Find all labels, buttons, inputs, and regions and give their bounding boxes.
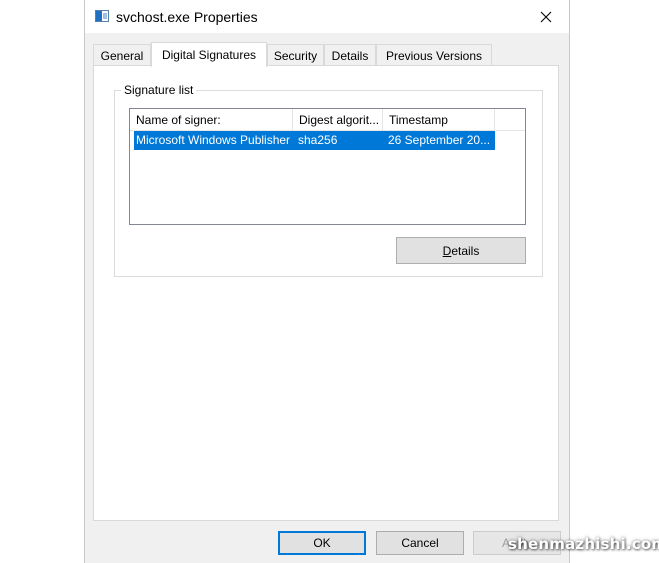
digest-cell: sha256 xyxy=(298,133,338,147)
properties-dialog: svchost.exe Properties General Digital S… xyxy=(84,0,570,563)
column-header-empty[interactable] xyxy=(495,109,525,131)
tab-general[interactable]: General xyxy=(93,44,151,66)
details-label-rest: etails xyxy=(451,243,480,258)
title-bar[interactable]: svchost.exe Properties xyxy=(85,0,569,33)
signature-listview[interactable]: Name of signer: Digest algorit... Timest… xyxy=(129,108,526,225)
column-header-timestamp[interactable]: Timestamp xyxy=(383,109,495,131)
screen: svchost.exe Properties General Digital S… xyxy=(0,0,659,563)
details-mnemonic: D xyxy=(442,243,452,258)
column-header-digest[interactable]: Digest algorit... xyxy=(293,109,383,131)
signature-list-group: Signature list Name of signer: Digest al… xyxy=(114,83,543,277)
list-header: Name of signer: Digest algorit... Timest… xyxy=(130,109,525,131)
digital-signatures-page: Signature list Name of signer: Digest al… xyxy=(93,65,559,521)
tab-previous-versions[interactable]: Previous Versions xyxy=(376,44,492,66)
tab-digital-signatures[interactable]: Digital Signatures xyxy=(151,42,267,67)
ok-button[interactable]: OK xyxy=(278,531,366,555)
list-item[interactable]: Microsoft Windows Publisher sha256 26 Se… xyxy=(134,131,495,150)
close-button[interactable] xyxy=(523,0,569,33)
signer-name-cell: Microsoft Windows Publisher xyxy=(136,133,291,147)
tab-details[interactable]: Details xyxy=(324,44,376,66)
exe-file-icon xyxy=(95,10,109,22)
tab-security[interactable]: Security xyxy=(267,44,324,66)
window-title: svchost.exe Properties xyxy=(116,9,258,25)
column-header-signer[interactable]: Name of signer: xyxy=(130,109,293,131)
timestamp-cell: 26 September 20... xyxy=(388,133,491,147)
signature-list-label: Signature list xyxy=(121,83,197,97)
watermark-text: shenmazhishi.com xyxy=(508,535,659,553)
close-icon xyxy=(540,11,552,22)
cancel-button[interactable]: Cancel xyxy=(376,531,464,555)
details-button[interactable]: Details xyxy=(396,237,526,264)
